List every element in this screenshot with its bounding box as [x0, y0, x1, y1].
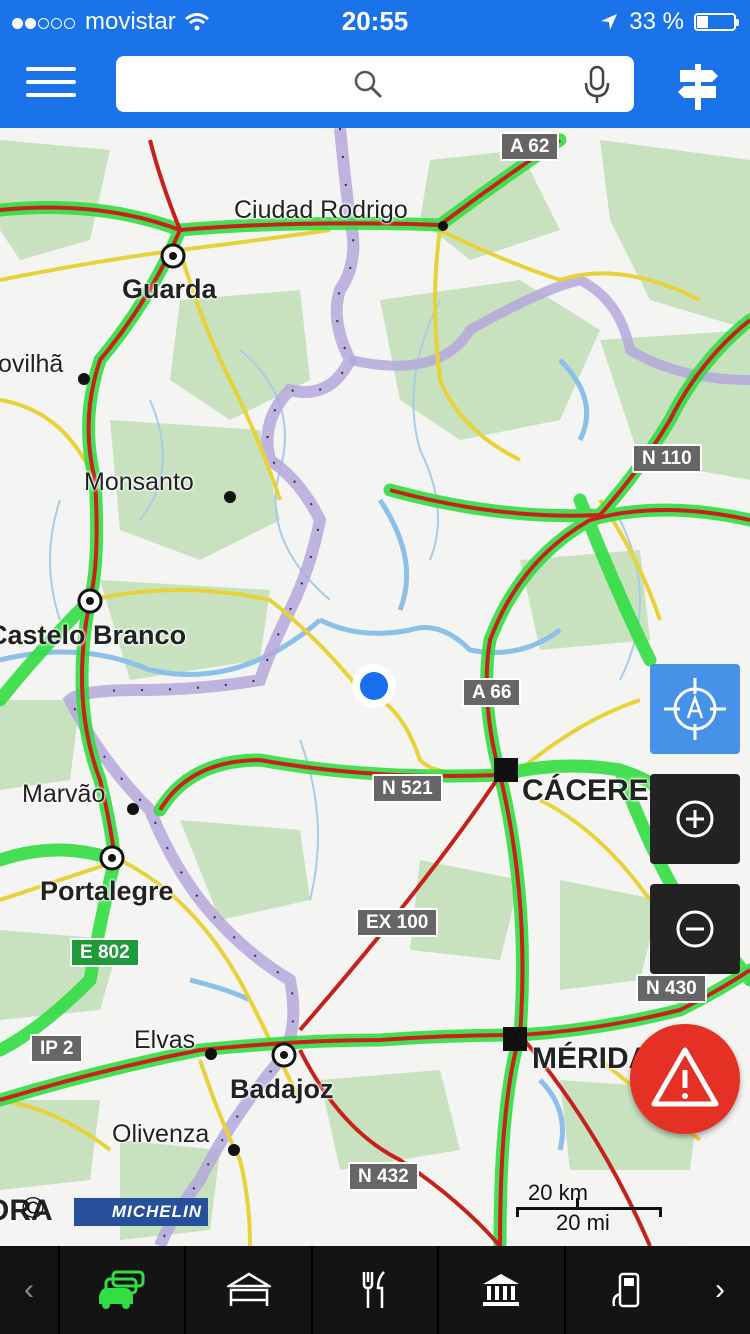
zoom-out-button[interactable]	[650, 884, 740, 974]
shield-n430: N 430	[636, 974, 707, 1003]
label-castelo-branco: Castelo Branco	[0, 620, 187, 650]
shield-n432: N 432	[348, 1162, 419, 1191]
restaurant-icon	[362, 1271, 385, 1308]
shield-ex100: EX 100	[356, 908, 439, 937]
battery-percent: 33 %	[629, 8, 684, 35]
microphone-icon[interactable]	[584, 65, 610, 105]
category-traffic[interactable]	[58, 1246, 185, 1334]
label-badajoz: Badajoz	[230, 1074, 334, 1104]
menu-icon	[24, 67, 78, 97]
scale-tick	[576, 1198, 579, 1208]
shield-e802: E 802	[70, 938, 140, 967]
status-right: 33 %	[599, 8, 739, 36]
plus-icon	[676, 800, 714, 838]
report-alert-button[interactable]	[630, 1024, 740, 1134]
label-elvas: Elvas	[134, 1026, 196, 1054]
scale-mi: 20 mi	[556, 1210, 610, 1235]
hotel-icon	[226, 1272, 271, 1306]
scroll-left-button[interactable]: ‹	[0, 1246, 58, 1334]
label-guarda: Guarda	[122, 274, 217, 304]
copyright-button[interactable]: ©	[22, 1192, 44, 1226]
shield-n521: N 521	[372, 774, 443, 803]
category-restaurant[interactable]	[310, 1246, 438, 1334]
label-olivenza: Olivenza	[112, 1120, 210, 1148]
category-museum[interactable]	[437, 1246, 564, 1334]
menu-button[interactable]	[24, 60, 78, 110]
shield-ip2: IP 2	[30, 1034, 84, 1063]
label-caceres: CÁCERES	[522, 774, 669, 807]
label-marvao: Marvão	[22, 780, 106, 808]
traffic-icon	[99, 1270, 145, 1309]
crosshair-icon	[664, 678, 726, 740]
zoom-in-button[interactable]	[650, 774, 740, 864]
shield-n110: N 110	[632, 444, 702, 473]
status-bar: movistar 20:55 33 %	[0, 0, 750, 42]
top-toolbar	[0, 42, 750, 128]
category-fuel[interactable]	[563, 1246, 691, 1334]
location-arrow-icon	[601, 14, 618, 30]
map-scale: 20 km 20 mi	[516, 1176, 662, 1236]
minus-icon	[676, 910, 714, 948]
battery-icon	[694, 13, 739, 31]
search-input[interactable]	[116, 56, 634, 112]
label-covilha: ovilhã	[0, 350, 64, 378]
category-hotel[interactable]	[184, 1246, 311, 1334]
search-icon	[354, 70, 382, 98]
scroll-right-button[interactable]: ›	[690, 1246, 750, 1334]
label-ciudad-rodrigo: Ciudad Rodrigo	[234, 196, 408, 224]
label-portalegre: Portalegre	[40, 876, 174, 906]
fuel-icon	[612, 1272, 640, 1308]
scale-tick	[516, 1207, 519, 1217]
category-bar: ‹ ›	[0, 1246, 750, 1334]
warning-icon	[651, 1047, 719, 1107]
current-location-marker	[352, 664, 396, 708]
shield-a66: A 66	[462, 678, 522, 707]
signpost-icon	[678, 64, 718, 110]
recenter-button[interactable]	[650, 664, 740, 754]
label-monsanto: Monsanto	[84, 468, 194, 496]
michelin-logo: MICHELIN	[74, 1198, 208, 1226]
shield-a62: A 62	[500, 132, 560, 161]
museum-icon	[483, 1274, 520, 1306]
directions-button[interactable]	[672, 60, 724, 112]
scale-tick	[659, 1207, 662, 1217]
